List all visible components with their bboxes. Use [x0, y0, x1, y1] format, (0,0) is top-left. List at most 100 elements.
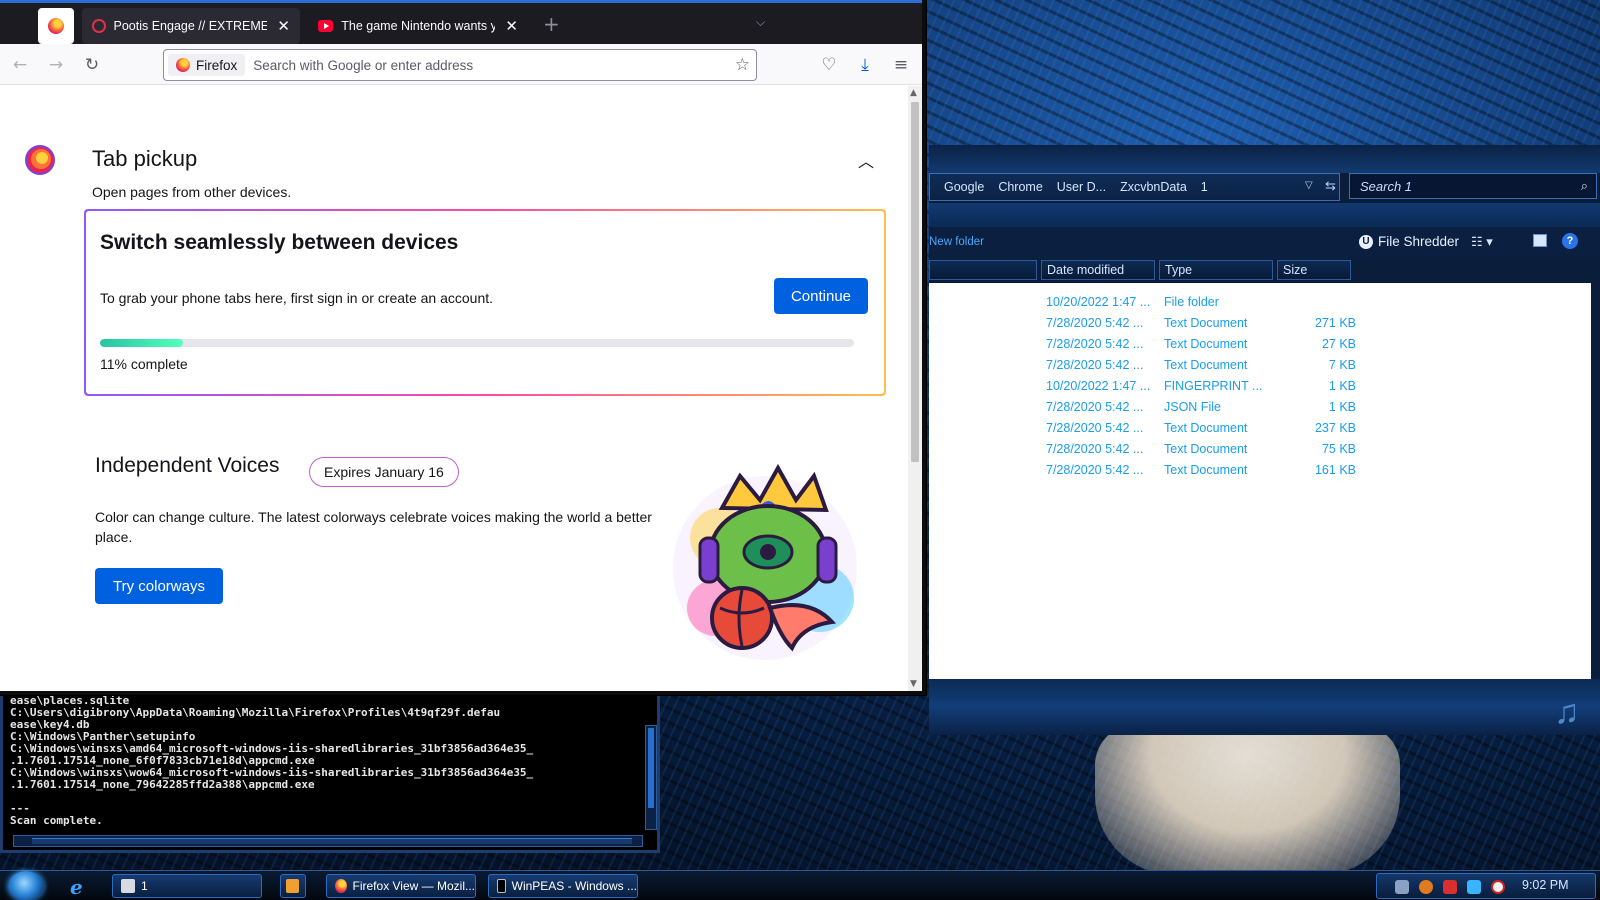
views-menu-icon[interactable]: ☷ ▾	[1471, 234, 1493, 250]
file-size-cell: 27 KB	[1321, 337, 1356, 351]
system-tray: 9:02 PM	[1376, 873, 1596, 899]
breadcrumb-item[interactable]: Chrome	[998, 180, 1042, 194]
explorer-search-box[interactable]: ⌕	[1349, 173, 1597, 199]
breadcrumb-item[interactable]: User D...	[1057, 180, 1106, 194]
file-list-row[interactable]: 7/28/2020 5:42 ... Text Document 161 KB	[929, 461, 1591, 481]
search-tray-icon[interactable]	[1419, 880, 1433, 894]
file-type-cell: FINGERPRINT ...	[1164, 379, 1263, 393]
try-colorways-button[interactable]: Try colorways	[95, 568, 223, 604]
breadcrumb-item[interactable]: ZxcvbnData	[1120, 180, 1187, 194]
taskbar-item-explorer[interactable]: 1	[112, 874, 262, 898]
column-header-size[interactable]: Size	[1277, 260, 1351, 280]
youtube-favicon-icon	[318, 20, 334, 32]
network-icon[interactable]	[1395, 880, 1409, 894]
flag-icon[interactable]	[1443, 880, 1457, 894]
console-vertical-scrollbar[interactable]	[645, 725, 657, 830]
chevron-up-icon[interactable]: ︿	[858, 148, 874, 172]
console-horizontal-scrollbar[interactable]	[13, 835, 643, 847]
explorer-search-input[interactable]	[1360, 178, 1560, 194]
file-list-row[interactable]: 7/28/2020 5:42 ... JSON File 1 KB	[929, 398, 1591, 418]
file-list-row[interactable]: 7/28/2020 5:42 ... Text Document 237 KB	[929, 419, 1591, 439]
file-date-cell: 7/28/2020 5:42 ...	[1046, 358, 1144, 372]
forward-arrow-icon[interactable]: →	[44, 53, 68, 77]
independent-voices-description: Color can change culture. The latest col…	[95, 509, 652, 545]
downloads-icon[interactable]: ⤓	[853, 53, 877, 77]
identity-label: Firefox	[196, 57, 238, 73]
console-line: Scan complete.	[10, 814, 103, 827]
column-header-type[interactable]: Type	[1159, 260, 1273, 280]
reload-icon[interactable]: ↻	[80, 53, 104, 77]
card-heading: Switch seamlessly between devices	[100, 231, 459, 254]
tab-pickup-setup-card: Switch seamlessly between devices To gra…	[84, 209, 886, 396]
new-folder-button[interactable]: New folder	[929, 236, 984, 248]
tab-nintendo-video[interactable]: The game Nintendo wants you ✕	[308, 8, 528, 44]
tab-firefox-view[interactable]	[38, 8, 74, 44]
list-all-tabs-icon[interactable]: ⌵	[756, 15, 765, 30]
refresh-icon[interactable]: ⇆	[1325, 178, 1336, 194]
taskbar-item-media[interactable]	[280, 874, 306, 898]
search-icon[interactable]: ⌕	[1581, 178, 1588, 194]
console-line: C:\Users\digibrony\AppData\Roaming\Mozil…	[10, 706, 501, 719]
file-size-cell: 161 KB	[1314, 463, 1356, 477]
file-list-row[interactable]: 7/28/2020 5:42 ... Text Document 271 KB	[929, 314, 1591, 334]
start-button[interactable]	[8, 871, 44, 900]
system-clock[interactable]: 9:02 PM	[1522, 878, 1569, 892]
tab-pootis-engage[interactable]: Pootis Engage // EXTREME: Int ✕	[82, 8, 300, 44]
scroll-thumb[interactable]	[648, 728, 654, 808]
file-list-row[interactable]: 7/28/2020 5:42 ... Text Document 75 KB	[929, 440, 1591, 460]
console-line: .1.7601.17514_none_79642285ffd2a388\appc…	[10, 778, 315, 791]
internet-explorer-icon[interactable]: e	[70, 875, 92, 899]
back-arrow-icon[interactable]: ←	[8, 53, 32, 77]
file-size-cell: 7 KB	[1328, 358, 1356, 372]
progress-text: 11% complete	[100, 356, 188, 372]
file-size-cell: 1 KB	[1328, 400, 1356, 414]
tab-pickup-subtitle: Open pages from other devices.	[92, 184, 292, 200]
help-icon[interactable]: ?	[1562, 233, 1578, 249]
file-list-row[interactable]: 7/28/2020 5:42 ... Text Document 27 KB	[929, 335, 1591, 355]
hamburger-menu-icon[interactable]: ≡	[889, 53, 913, 77]
tab-pickup-title: Tab pickup	[92, 146, 198, 171]
scroll-thumb[interactable]	[911, 102, 919, 462]
preview-pane-icon[interactable]	[1533, 234, 1547, 247]
explorer-address-bar[interactable]: Google Chrome User D... ZxcvbnData 1 ▽ ⇆	[929, 173, 1340, 201]
address-dropdown-icon[interactable]: ▽	[1305, 180, 1313, 191]
column-header-name[interactable]	[929, 260, 1037, 280]
colorway-illustration	[673, 463, 857, 660]
bookmark-star-icon[interactable]: ☆	[735, 55, 750, 75]
file-date-cell: 7/28/2020 5:42 ...	[1046, 400, 1144, 414]
column-header-date[interactable]: Date modified	[1041, 260, 1155, 280]
breadcrumb-item[interactable]: Google	[944, 180, 984, 194]
scroll-thumb[interactable]	[32, 838, 632, 844]
file-list-row[interactable]: 10/20/2022 1:47 ... File folder	[929, 293, 1591, 313]
firefox-icon	[335, 879, 347, 893]
close-tab-icon[interactable]: ✕	[277, 17, 290, 35]
file-list-row[interactable]: 10/20/2022 1:47 ... FINGERPRINT ... 1 KB	[929, 377, 1591, 397]
file-type-cell: Text Document	[1164, 463, 1248, 477]
url-input[interactable]	[253, 57, 714, 73]
taskbar-item-winpeas[interactable]: WinPEAS - Windows ...	[488, 874, 638, 898]
taskbar-item-label: 1	[141, 879, 148, 893]
breadcrumb-item[interactable]: 1	[1201, 180, 1208, 194]
pocket-icon[interactable]: ♡	[817, 53, 841, 77]
file-date-cell: 7/28/2020 5:42 ...	[1046, 421, 1144, 435]
url-bar[interactable]: Firefox ☆	[163, 49, 757, 81]
volume-icon[interactable]	[1491, 880, 1505, 894]
explorer-window: Google Chrome User D... ZxcvbnData 1 ▽ ⇆…	[929, 145, 1600, 735]
file-list-row[interactable]: 7/28/2020 5:42 ... Text Document 7 KB	[929, 356, 1591, 376]
close-tab-icon[interactable]: ✕	[505, 17, 518, 35]
page-scrollbar[interactable]: ▲ ▼	[908, 86, 922, 691]
continue-button[interactable]: Continue	[774, 278, 868, 314]
scroll-up-icon[interactable]: ▲	[910, 88, 917, 98]
file-type-cell: Text Document	[1164, 316, 1248, 330]
firefox-icon	[176, 58, 190, 72]
site-favicon-icon	[92, 19, 106, 33]
identity-box[interactable]: Firefox	[168, 54, 246, 76]
taskbar-item-firefox[interactable]: Firefox View — Mozil...	[326, 874, 476, 898]
taskbar-item-label: WinPEAS - Windows ...	[511, 879, 637, 893]
new-tab-button[interactable]: +	[543, 12, 560, 36]
file-shredder-button[interactable]: U File Shredder	[1359, 234, 1459, 249]
file-date-cell: 7/28/2020 5:42 ...	[1046, 463, 1144, 477]
display-icon[interactable]	[1467, 880, 1481, 894]
music-folder-icon: ♫	[1554, 693, 1580, 731]
scroll-down-icon[interactable]: ▼	[910, 679, 917, 689]
